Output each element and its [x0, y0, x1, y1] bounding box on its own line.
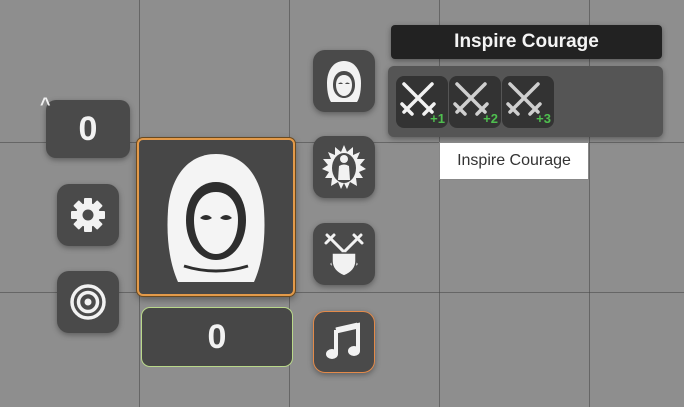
token-portrait[interactable]: [137, 138, 295, 296]
effect-inspire-courage-1[interactable]: +1: [396, 76, 448, 128]
effect-level: +2: [483, 111, 498, 126]
aura-button[interactable]: [313, 136, 375, 198]
effect-level: +1: [430, 111, 445, 126]
music-note-icon: [326, 322, 360, 359]
tooltip: Inspire Courage: [439, 142, 589, 180]
effect-inspire-courage-3[interactable]: +3: [502, 76, 554, 128]
effect-panel: +1 +2 +3: [388, 66, 663, 137]
combat-button[interactable]: [313, 223, 375, 285]
target-button[interactable]: [57, 271, 119, 333]
counter-value: 0: [78, 109, 98, 148]
effect-level: +3: [536, 111, 551, 126]
counter-box[interactable]: ^ 0: [40, 94, 130, 158]
crossed-swords-shield-icon: [324, 233, 364, 277]
hp-box[interactable]: 0: [141, 307, 293, 367]
music-button[interactable]: [313, 311, 375, 373]
target-icon: [70, 284, 106, 320]
hooded-figure-icon: [167, 154, 265, 282]
chevron-up-icon[interactable]: ^: [40, 94, 51, 115]
hp-value: 0: [207, 317, 227, 356]
effect-inspire-courage-2[interactable]: +2: [449, 76, 501, 128]
hood-button[interactable]: [313, 50, 375, 112]
panel-title: Inspire Courage: [391, 25, 662, 59]
hood-icon: [327, 61, 361, 102]
gear-icon: [71, 198, 105, 232]
settings-button[interactable]: [57, 184, 119, 246]
aura-figure-icon: [322, 145, 366, 189]
